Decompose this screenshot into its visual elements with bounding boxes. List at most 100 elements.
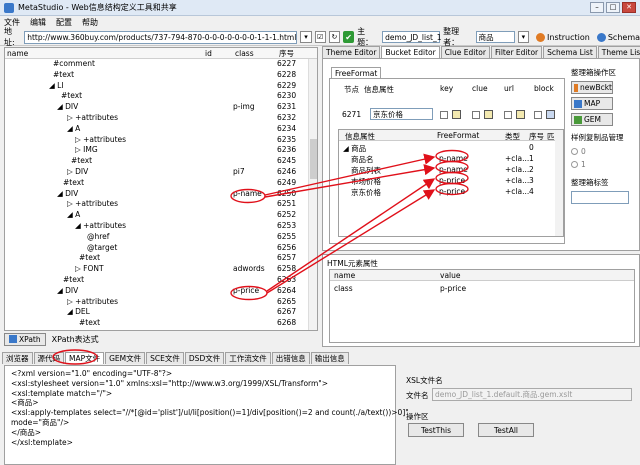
tree-node-number: 6258 <box>277 264 297 274</box>
grid-row-type: +cla... <box>505 187 530 196</box>
tree-node-name: ◢ DIV <box>57 285 79 295</box>
tree-row[interactable]: ▷ +attributes 6265 <box>5 297 317 308</box>
bottom-tab[interactable]: SCE文件 <box>146 352 184 364</box>
topic-input[interactable]: demo_JD_list_1 <box>382 31 441 43</box>
grid-root[interactable]: ◢ 商品 <box>343 143 366 154</box>
url-input[interactable]: http://www.360buy.com/products/737-794-8… <box>24 30 298 44</box>
tree-row[interactable]: #text 6230 <box>5 91 317 102</box>
tree-row[interactable]: ▷ FONT adwords 6258 <box>5 264 317 275</box>
tag-input[interactable] <box>571 191 629 204</box>
code-line: <xsl:stylesheet version="1.0" xmlns:xsl=… <box>11 378 329 388</box>
tree-scrollbar[interactable] <box>308 59 317 330</box>
editor-tab[interactable]: Bucket Editor <box>381 46 440 58</box>
schema-button[interactable]: Schema <box>596 32 640 42</box>
ha-value: value <box>440 271 461 280</box>
bottom-tab[interactable]: MAP文件 <box>65 352 105 364</box>
tree-row[interactable]: @target 6256 <box>5 243 317 254</box>
tree-row[interactable]: ◢ +attributes 6253 <box>5 221 317 232</box>
radio-0[interactable]: 0 <box>571 147 639 156</box>
bottom-tab[interactable]: GEM文件 <box>105 352 146 364</box>
organizer-input[interactable]: 商品 <box>475 31 515 43</box>
bottom-tab[interactable]: 输出信息 <box>310 352 349 364</box>
radio-1[interactable]: 1 <box>571 160 639 169</box>
tree-row[interactable]: ◢ DIV p-price 6264 <box>5 286 317 297</box>
tree-row[interactable]: ◢ LI 6229 <box>5 81 317 92</box>
close-icon[interactable]: ✕ <box>622 2 636 13</box>
tree-row[interactable]: #text 6228 <box>5 70 317 81</box>
scroll-thumb[interactable] <box>310 139 317 179</box>
clue-edit-icon[interactable] <box>484 110 493 119</box>
tree-row[interactable]: ▷ IMG 6236 <box>5 145 317 156</box>
tree-row[interactable]: ▷ +attributes 6235 <box>5 135 317 146</box>
menu-help[interactable]: 帮助 <box>82 17 98 28</box>
attribute-grid[interactable]: 信息属性 FreeFormat 类型 序号 匹 ◢ 商品 0 商品名 p-name… <box>338 129 564 237</box>
tree-row[interactable]: #text 6268 <box>5 318 317 329</box>
testall-button[interactable]: TestAll <box>478 423 534 437</box>
url-edit-icon[interactable] <box>516 110 525 119</box>
tree-row[interactable]: @href 6255 <box>5 232 317 243</box>
menu-edit[interactable]: 编辑 <box>30 17 46 28</box>
map-file-content[interactable]: <?xml version="1.0" encoding="UTF-8"?> <x… <box>4 365 409 465</box>
xsl-file-input[interactable]: demo_JD_list_1.default.商品.gem.xslt <box>432 388 632 401</box>
tree-row[interactable]: #text 6245 <box>5 156 317 167</box>
instruction-button[interactable]: Instruction <box>536 32 590 42</box>
tree-row[interactable]: #text 6249 <box>5 178 317 189</box>
tree-row[interactable]: ◢ DEL 6267 <box>5 307 317 318</box>
grid-row-name[interactable]: 商品名 <box>351 154 374 165</box>
editor-tab[interactable]: Schema List <box>543 46 597 58</box>
gem-button[interactable]: GEM <box>571 113 613 126</box>
dropdown-icon[interactable]: ▾ <box>300 31 312 43</box>
url-checkbox[interactable] <box>504 111 512 119</box>
node-attr-input[interactable]: 京东价格 <box>370 108 433 120</box>
bottom-tab[interactable]: 工作流文件 <box>225 352 271 364</box>
col-id[interactable]: id <box>203 49 233 58</box>
tree-row[interactable]: ◢ A 6234 <box>5 124 317 135</box>
grid-row-name[interactable]: 商品列表 <box>351 165 381 176</box>
html-attr-grid[interactable]: name value class p-price <box>329 269 635 343</box>
tree-row[interactable]: ▷ +attributes 6251 <box>5 199 317 210</box>
newbckt-button[interactable]: newBckt <box>571 81 613 94</box>
tree-row[interactable]: #comment 6227 <box>5 59 317 70</box>
tree-row[interactable]: ◢ DIV p-img 6231 <box>5 102 317 113</box>
refresh-icon[interactable]: ↻ <box>328 31 341 43</box>
xpath-button[interactable]: XPath <box>4 332 46 346</box>
confirm-icon[interactable]: ✔ <box>343 31 355 43</box>
minimize-icon[interactable]: – <box>590 2 604 13</box>
tree-row[interactable]: ▷ +attributes 6232 <box>5 113 317 124</box>
filter-icon[interactable] <box>546 110 555 119</box>
organizer-dropdown-icon[interactable]: ▾ <box>517 31 530 43</box>
checkbox-icon[interactable]: ☑ <box>314 31 326 43</box>
grid-root-no: 0 <box>529 143 534 152</box>
editor-tab[interactable]: Filter Editor <box>490 46 543 58</box>
key-edit-icon[interactable] <box>452 110 461 119</box>
editor-tab[interactable]: Clue Editor <box>440 46 490 58</box>
code-line: </商品> <box>11 427 42 437</box>
tree-row[interactable]: ◢ A 6252 <box>5 210 317 221</box>
grid-row-name[interactable]: 市场价格 <box>351 176 381 187</box>
grid-row-freeformat: p-name <box>439 154 468 163</box>
dom-tree[interactable]: name id class 序号 #comment 6227 #text 6228 ◢ … <box>4 47 318 331</box>
grid-row-no: 3 <box>529 176 534 185</box>
testthis-button[interactable]: TestThis <box>408 423 464 437</box>
tree-row[interactable]: #text 6263 <box>5 275 317 286</box>
bottom-tab[interactable]: 源代码 <box>33 352 64 364</box>
editor-tab[interactable]: Theme Editor <box>322 46 381 58</box>
grid-row-name[interactable]: 京东价格 <box>351 187 381 198</box>
tree-row[interactable]: ▷ DIV pi7 6246 <box>5 167 317 178</box>
col-name[interactable]: name <box>5 49 203 58</box>
tree-row[interactable]: #text 6257 <box>5 253 317 264</box>
tree-row[interactable]: ◢ DIV p-name 6250 <box>5 189 317 200</box>
key-checkbox[interactable] <box>440 111 448 119</box>
col-class[interactable]: class <box>233 49 277 58</box>
bottom-tab[interactable]: 浏览器 <box>2 352 33 364</box>
editor-tab[interactable]: Theme List <box>597 46 640 58</box>
menu-config[interactable]: 配置 <box>56 17 72 28</box>
maximize-icon[interactable]: □ <box>606 2 620 13</box>
col-number[interactable]: 序号 <box>277 48 307 59</box>
grid-scrollbar[interactable] <box>555 130 563 236</box>
block-checkbox[interactable] <box>534 111 542 119</box>
clue-checkbox[interactable] <box>472 111 480 119</box>
bottom-tab[interactable]: DSD文件 <box>184 352 225 364</box>
bottom-tab[interactable]: 出错信息 <box>271 352 310 364</box>
map-button[interactable]: MAP <box>571 97 613 110</box>
